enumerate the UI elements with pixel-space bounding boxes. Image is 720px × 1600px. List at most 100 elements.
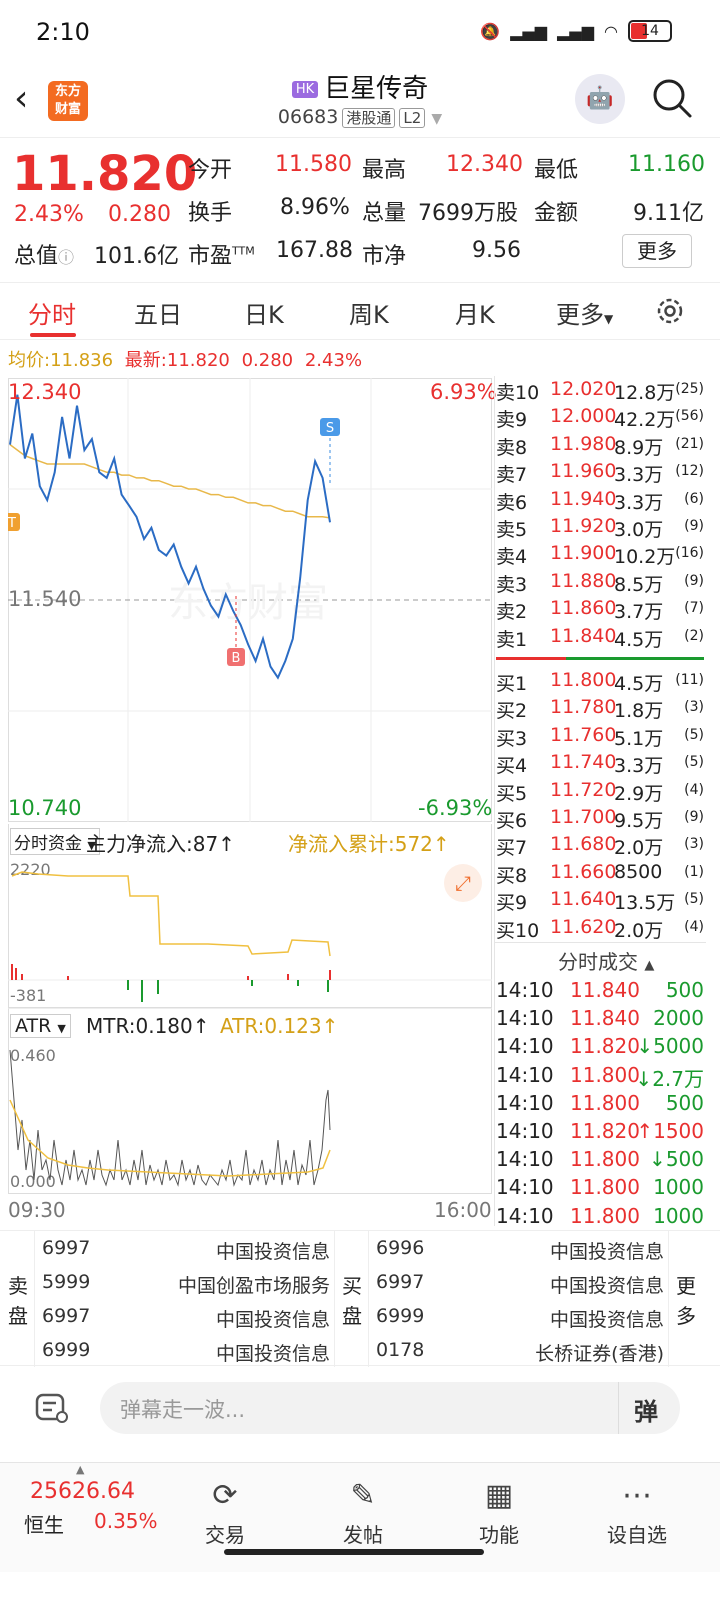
watermark: 东方财富: [168, 580, 328, 626]
time-start: 09:30: [8, 1198, 66, 1222]
capital-flow-svg: [8, 871, 492, 1002]
divider: [494, 942, 706, 943]
chart-bottom-pct: -6.93%: [418, 796, 493, 820]
chart-bottom-price: 10.740: [8, 796, 82, 820]
ask-row[interactable]: 卖3 11.880 8.5万 (9): [496, 570, 706, 597]
ask-row[interactable]: 卖2 11.860 3.7万 (7): [496, 597, 706, 624]
atr-selector[interactable]: ATR ▼: [10, 1014, 71, 1038]
danmu-settings-icon[interactable]: [34, 1390, 70, 1426]
sell-broker-name[interactable]: 中国投资信息: [216, 1305, 330, 1332]
buy-broker-name[interactable]: 长桥证券(香港): [535, 1339, 664, 1366]
atr-svg: [9, 1049, 331, 1187]
sell-broker-id: 5999: [42, 1271, 91, 1293]
nav-functions[interactable]: ▦ 功能: [454, 1473, 544, 1548]
buy-broker-name[interactable]: 中国投资信息: [550, 1271, 664, 1298]
gear-icon[interactable]: [654, 295, 686, 327]
volume-label: 总量: [362, 201, 407, 226]
trade-row: 14:10 11.840 2000: [496, 1006, 704, 1031]
trade-row: 14:10 11.800 ↓2.7万: [496, 1062, 704, 1091]
index-value[interactable]: 25626.64: [30, 1479, 135, 1504]
change-value: 0.280: [108, 202, 171, 227]
signal-icon: ▂▄▆: [510, 21, 548, 41]
buy-broker-name[interactable]: 中国投资信息: [550, 1305, 664, 1332]
grid-icon: ▦: [484, 1478, 514, 1513]
bid-row[interactable]: 买10 11.620 2.0万 (4): [496, 916, 706, 943]
open-value: 11.580: [275, 152, 352, 177]
trade-row: 14:10 11.820 ↓5000: [496, 1034, 704, 1059]
danmu-toggle[interactable]: 弹: [634, 1392, 658, 1427]
buy-broker-name[interactable]: 中国投资信息: [550, 1237, 664, 1264]
tab-daily-k[interactable]: 日K: [244, 295, 284, 330]
status-icons: 🔕 ▂▄▆ ▂▄▆ ◠ 14: [480, 20, 672, 42]
trade-row: 14:10 11.800 1000: [496, 1203, 704, 1228]
trades-title[interactable]: 分时成交 ▲: [558, 946, 654, 975]
t-marker[interactable]: T: [8, 513, 20, 531]
tag-level: L2: [399, 108, 426, 128]
ask-row[interactable]: 卖8 11.980 8.9万 (21): [496, 433, 706, 460]
home-indicator[interactable]: [224, 1549, 484, 1555]
bid-row[interactable]: 买4 11.740 3.3万 (5): [496, 751, 706, 778]
bid-row[interactable]: 买8 11.660 8500 (1): [496, 861, 706, 888]
mcap-label: 总值ⓘ: [14, 244, 75, 269]
tab-weekly-k[interactable]: 周K: [349, 295, 389, 330]
bid-row[interactable]: 买9 11.640 13.5万 (5): [496, 888, 706, 915]
pb-label: 市净: [362, 244, 407, 269]
ask-row[interactable]: 卖1 11.840 4.5万 (2): [496, 625, 706, 652]
ask-row[interactable]: 卖5 11.920 3.0万 (9): [496, 515, 706, 542]
bid-row[interactable]: 买1 11.800 4.5万 (11): [496, 669, 706, 696]
low-value: 11.160: [628, 152, 705, 177]
avg-price-line: [9, 443, 331, 519]
atr-value: ATR:0.123↑: [220, 1014, 339, 1038]
more-dots-icon: ⋯: [622, 1478, 652, 1513]
buy-broker-id: 6997: [376, 1271, 425, 1293]
low-label: 最低: [534, 158, 579, 183]
robot-avatar-icon[interactable]: 🤖: [575, 74, 625, 124]
high-label: 最高: [362, 158, 407, 183]
sell-broker-name[interactable]: 中国投资信息: [216, 1237, 330, 1264]
wifi-icon: ◠: [604, 21, 618, 41]
mcap-value: 101.6亿: [94, 244, 179, 269]
bid-row[interactable]: 买7 11.680 2.0万 (3): [496, 833, 706, 860]
nav-add-watchlist[interactable]: ⋯ 设自选: [592, 1473, 682, 1548]
tab-intraday[interactable]: 分时: [28, 295, 76, 330]
bid-row[interactable]: 买6 11.700 9.5万 (9): [496, 806, 706, 833]
index-name: 恒生: [24, 1513, 64, 1537]
trade-row: 14:10 11.840 500: [496, 978, 704, 1002]
dropdown-icon[interactable]: ▼: [431, 111, 442, 127]
sell-broker-name[interactable]: 中国创盈市场服务: [178, 1271, 330, 1298]
tab-monthly-k[interactable]: 月K: [455, 295, 495, 330]
search-icon[interactable]: [650, 76, 694, 120]
amount-label: 金额: [534, 201, 579, 226]
sell-broker-name[interactable]: 中国投资信息: [216, 1339, 330, 1366]
nav-post[interactable]: ✎ 发帖: [318, 1473, 408, 1548]
tab-more[interactable]: 更多▼: [556, 295, 613, 330]
bid-row[interactable]: 买3 11.760 5.1万 (5): [496, 724, 706, 751]
chart-top-price: 12.340: [8, 380, 82, 404]
more-button[interactable]: 更多: [622, 234, 692, 268]
ask-row[interactable]: 卖9 12.000 42.2万 (56): [496, 405, 706, 432]
ask-row[interactable]: 卖4 11.900 10.2万 (16): [496, 542, 706, 569]
sell-marker[interactable]: S: [320, 418, 340, 436]
broker-queue: 卖盘 买盘 更多 6997 中国投资信息 5999 中国创盈市场服务 6997 中国投资信…: [0, 1230, 720, 1367]
trade-row: 14:10 11.820 ↑1500: [496, 1119, 704, 1143]
sell-broker-id: 6997: [42, 1305, 91, 1327]
pe-label: 市盈TTM: [188, 244, 255, 269]
svg-text:T: T: [8, 516, 16, 531]
broker-more[interactable]: 更多: [676, 1271, 698, 1331]
status-time: 2:10: [36, 18, 90, 46]
tab-5day[interactable]: 五日: [134, 295, 182, 330]
sell-side-label: 卖盘: [8, 1274, 28, 1328]
ask-row[interactable]: 卖10 12.020 12.8万 (25): [496, 378, 706, 405]
ask-row[interactable]: 卖7 11.960 3.3万 (12): [496, 460, 706, 487]
ask-row[interactable]: 卖6 11.940 3.3万 (6): [496, 488, 706, 515]
volume-value: 7699万股: [418, 201, 518, 226]
ask-ratio-bar: [496, 657, 566, 660]
danmu-input[interactable]: 弹幕走一波... 弹: [100, 1382, 680, 1434]
bid-row[interactable]: 买2 11.780 1.8万 (3): [496, 696, 706, 723]
turnover-value: 8.96%: [280, 195, 350, 220]
bid-row[interactable]: 买5 11.720 2.9万 (4): [496, 779, 706, 806]
buy-marker[interactable]: B: [227, 648, 245, 666]
nav-trade[interactable]: ⟳ 交易: [180, 1473, 270, 1548]
price-line: [9, 394, 331, 680]
bottom-bar: ▲ 25626.64 恒生 0.35% ⟳ 交易 ✎ 发帖 ▦ 功能 ⋯ 设自选: [0, 1462, 720, 1572]
